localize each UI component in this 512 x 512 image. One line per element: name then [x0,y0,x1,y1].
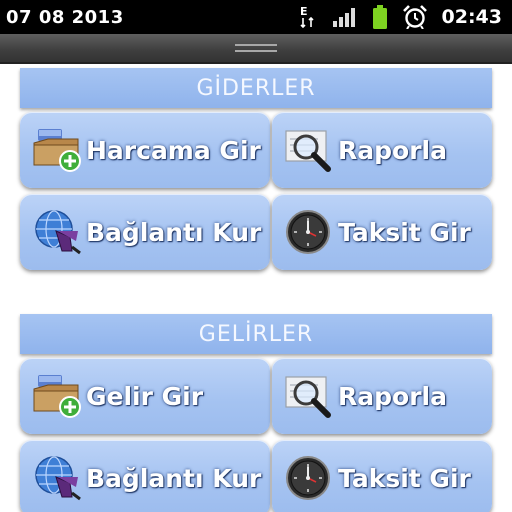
signal-icon [332,7,358,27]
main-content: GİDERLER Harcama Gir Raporla Bağlantı Ku… [0,66,512,512]
battery-icon [372,5,388,29]
income-report-button[interactable]: Raporla [272,358,492,434]
clock-icon [284,207,336,257]
clock-icon [284,453,336,503]
grip-icon [235,44,277,52]
connection-globe-icon [32,207,84,257]
status-bar: 07 08 2013 E 02:43 [0,0,512,34]
expense-report-label: Raporla [338,135,447,165]
data-transfer-icon: E [298,5,318,29]
income-header-label: GELİRLER [198,321,314,347]
status-icons: E 02:43 [298,5,502,29]
expense-entry-button[interactable]: Harcama Gir [20,112,270,188]
expense-connect-button[interactable]: Bağlantı Kur [20,194,270,270]
expense-connect-label: Bağlantı Kur [86,217,262,247]
expense-installment-button[interactable]: Taksit Gir [272,194,492,270]
income-connect-label: Bağlantı Kur [86,463,262,493]
folder-add-icon [32,125,84,175]
income-installment-button[interactable]: Taksit Gir [272,440,492,512]
income-header: GELİRLER [20,314,492,354]
status-time: 02:43 [441,6,502,28]
report-magnifier-icon [284,125,336,175]
expenses-header: GİDERLER [20,68,492,108]
income-installment-label: Taksit Gir [338,463,471,493]
svg-text:E: E [300,5,308,18]
income-report-label: Raporla [338,381,447,411]
expenses-header-label: GİDERLER [196,75,316,101]
expense-report-button[interactable]: Raporla [272,112,492,188]
income-connect-button[interactable]: Bağlantı Kur [20,440,270,512]
connection-globe-icon [32,453,84,503]
report-magnifier-icon [284,371,336,421]
status-date: 07 08 2013 [6,6,124,28]
income-entry-button[interactable]: Gelir Gir [20,358,270,434]
expense-entry-label: Harcama Gir [86,135,261,165]
notification-drag-handle[interactable] [0,34,512,64]
alarm-clock-icon [402,5,428,29]
income-entry-label: Gelir Gir [86,381,204,411]
folder-add-icon [32,371,84,421]
expense-installment-label: Taksit Gir [338,217,471,247]
